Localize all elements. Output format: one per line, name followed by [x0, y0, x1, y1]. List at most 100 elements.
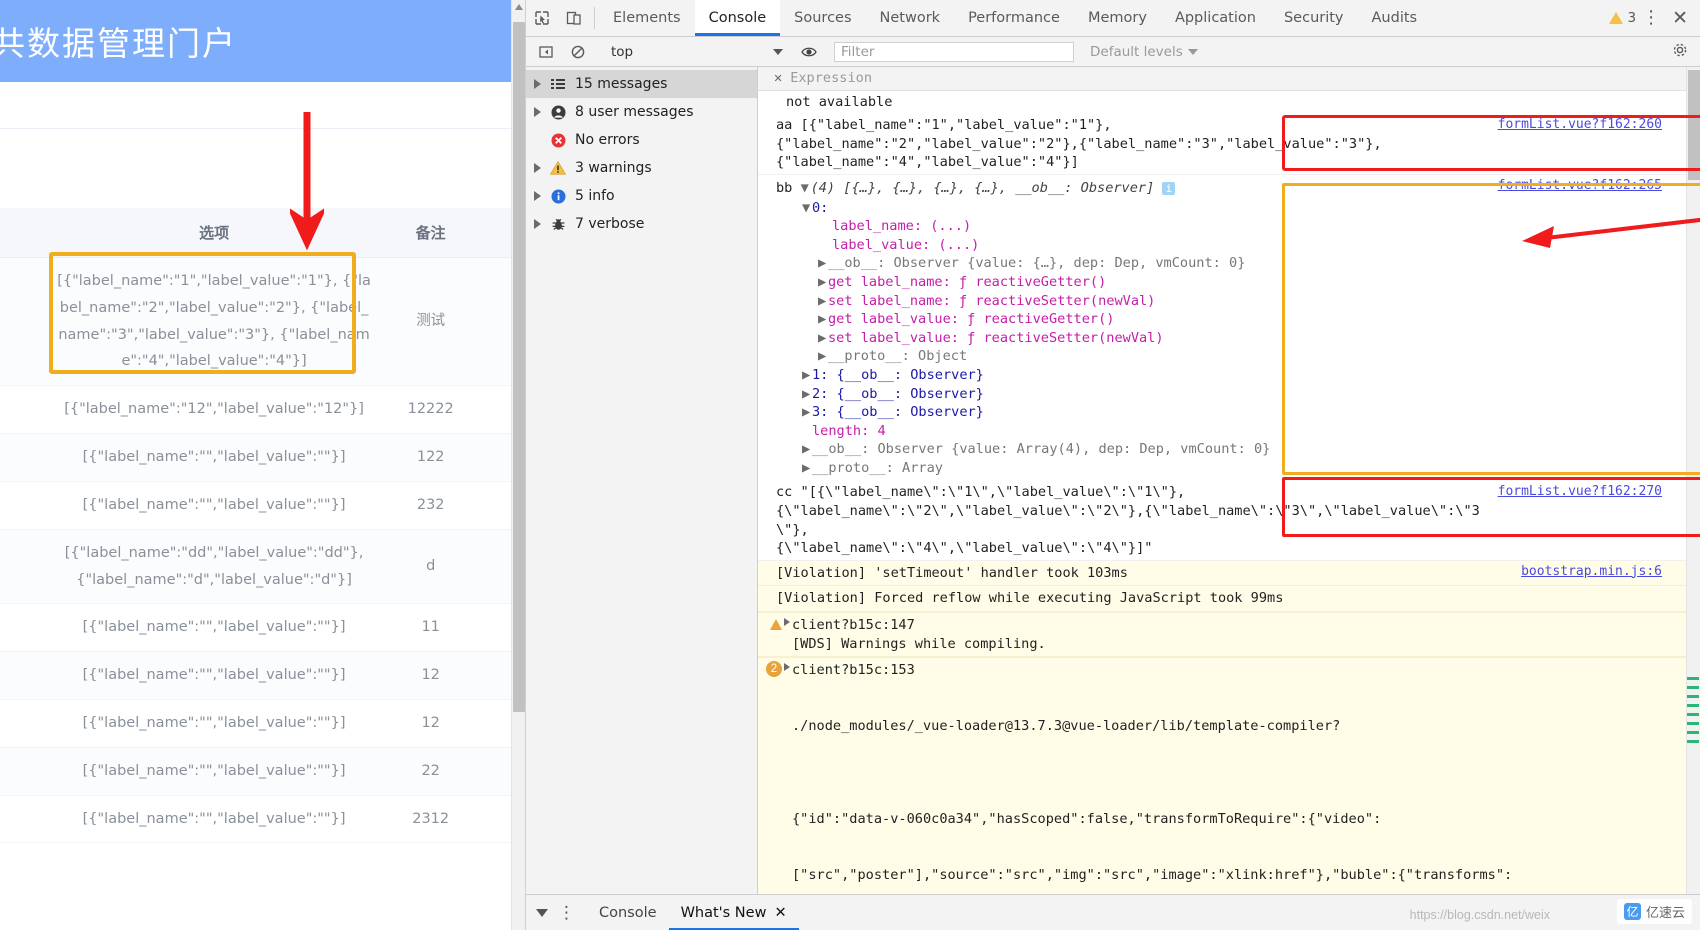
sidebar-item-errors[interactable]: No errors [526, 126, 757, 154]
close-devtools-icon[interactable]: ✕ [1666, 7, 1694, 29]
table-row[interactable]: [{"label_name":"","label_value":""}] 11 [0, 603, 525, 653]
live-expression-eye-icon[interactable] [793, 46, 825, 58]
disclosure-triangle-icon[interactable]: ▶ [802, 366, 812, 385]
console-message-cc[interactable]: formList.vue?f162:270 cc "[{\"label_name… [758, 481, 1700, 561]
disclosure-triangle-icon[interactable]: ▶ [818, 254, 828, 273]
tree-line[interactable]: ▶ set label_name: ƒ reactiveSetter(newVal… [776, 292, 1700, 311]
disclosure-triangle-icon[interactable] [534, 163, 541, 173]
tree-line[interactable]: ▶ 1: {__ob__: Observer} [776, 366, 1700, 385]
tree-line[interactable]: ▶ set label_value: ƒ reactiveSetter(newVa… [776, 329, 1700, 348]
tab-network[interactable]: Network [866, 0, 955, 36]
row-index-cell [0, 385, 51, 435]
disclosure-triangle-icon[interactable]: ▶ [802, 459, 812, 478]
tree-line[interactable]: ▶ get label_value: ƒ reactiveGetter() [776, 310, 1700, 329]
disclosure-triangle-icon[interactable]: ▶ [818, 347, 828, 366]
disclosure-triangle-icon[interactable] [534, 219, 541, 229]
disclosure-triangle-icon[interactable] [534, 191, 541, 201]
clear-console-icon[interactable] [562, 45, 594, 59]
console-message-bb[interactable]: formList.vue?f162:265 bb ▼ (4) [{…}, {…},… [758, 175, 1700, 482]
console-scrollbar-thumb[interactable] [1688, 70, 1700, 180]
close-icon[interactable]: ✕ [774, 905, 786, 921]
disclosure-triangle-icon[interactable]: ▶ [818, 292, 828, 311]
drawer-tab-console[interactable]: Console [587, 895, 669, 930]
disclosure-triangle-icon[interactable] [534, 107, 541, 117]
tab-memory[interactable]: Memory [1074, 0, 1161, 36]
tree-line[interactable]: ▼ 0: [776, 199, 1700, 218]
sidebar-item-verbose[interactable]: 7 verbose [526, 210, 757, 238]
sidebar-item-info[interactable]: 5 info [526, 182, 757, 210]
table-row[interactable]: [{"label_name":"","label_value":""}] 122 [0, 433, 525, 482]
source-link[interactable]: formList.vue?f162:265 [1498, 177, 1662, 196]
source-link[interactable]: formList.vue?f162:270 [1498, 483, 1662, 502]
source-link[interactable]: bootstrap.min.js:6 [1521, 563, 1662, 582]
sidebar-item-messages[interactable]: 15 messages [526, 70, 757, 98]
tree-line[interactable]: ▶ 2: {__ob__: Observer} [776, 385, 1700, 404]
table-row[interactable]: [{"label_name":"","label_value":""}] 231… [0, 795, 525, 844]
row-option-cell: [{"label_name":"12","label_value":"12"}] [50, 385, 378, 435]
tab-elements[interactable]: Elements [599, 0, 695, 36]
tree-line[interactable]: ▶ 3: {__ob__: Observer} [776, 403, 1700, 422]
chevron-down-icon[interactable] [536, 908, 548, 917]
device-toolbar-icon[interactable] [558, 0, 590, 36]
tab-sources[interactable]: Sources [780, 0, 865, 36]
drawer-menu-icon[interactable]: ⋮ [558, 903, 575, 923]
inspect-element-icon[interactable] [526, 0, 558, 36]
log-level-select[interactable]: Default levels [1090, 44, 1198, 60]
devtools-menu-icon[interactable]: ⋮ [1642, 9, 1660, 27]
console-violation-2[interactable]: [Violation] Forced reflow while executin… [758, 586, 1700, 613]
disclosure-triangle-icon[interactable]: ▶ [818, 310, 828, 329]
scroll-up-icon[interactable] [515, 4, 523, 10]
table-row[interactable]: [{"label_name":"","label_value":""}] 22 [0, 747, 525, 796]
page-toolbar-top [0, 82, 525, 129]
table-row[interactable]: [{"label_name":"dd","label_value":"dd"},… [0, 529, 525, 605]
source-link[interactable]: formList.vue?f162:260 [1498, 116, 1662, 135]
source-link[interactable]: client?b15c:153 [792, 661, 1700, 680]
tree-line[interactable]: ▶ __ob__: Observer {value: {…}, dep: Dep,… [776, 254, 1700, 273]
source-link[interactable]: client?b15c:147 [792, 616, 1700, 635]
disclosure-triangle-icon[interactable] [534, 79, 541, 89]
console-message-aa[interactable]: formList.vue?f162:260 aa [{"label_name":… [758, 114, 1700, 175]
tab-audits[interactable]: Audits [1358, 0, 1432, 36]
tab-application[interactable]: Application [1161, 0, 1270, 36]
disclosure-triangle-icon[interactable] [784, 618, 790, 627]
warning-count-badge[interactable]: 3 [1609, 10, 1636, 26]
tab-performance[interactable]: Performance [954, 0, 1074, 36]
disclosure-triangle-icon[interactable] [784, 663, 790, 672]
devtools-settings-icon[interactable] [1672, 42, 1696, 62]
page-scrollbar-thumb[interactable] [513, 22, 525, 712]
execution-context-select[interactable]: top [603, 44, 793, 60]
toggle-console-sidebar-icon[interactable] [530, 45, 562, 59]
row-note-cell: 22 [377, 747, 485, 796]
disclosure-triangle-icon[interactable]: ▶ [802, 403, 812, 422]
disclosure-open-icon[interactable]: ▼ [801, 179, 811, 198]
tree-line[interactable]: ▶ __ob__: Observer {value: Array(4), dep:… [776, 440, 1700, 459]
console-warning-wds[interactable]: client?b15c:147 [WDS] Warnings while com… [758, 612, 1700, 658]
table-row[interactable]: [{"label_name":"","label_value":""}] 12 [0, 699, 525, 748]
table-row[interactable]: [{"label_name":"12","label_value":"12"}]… [0, 385, 525, 435]
console-filter-input[interactable]: Filter [834, 41, 1074, 62]
warning-line: {"id":"data-v-060c0a34","hasScoped":fals… [792, 810, 1382, 827]
page-scrollbar[interactable] [511, 0, 525, 930]
disclosure-triangle-icon[interactable]: ▶ [818, 329, 828, 348]
disclosure-triangle-icon[interactable]: ▶ [802, 440, 812, 459]
tab-console[interactable]: Console [694, 0, 781, 36]
disclosure-triangle-icon[interactable]: ▶ [818, 273, 828, 292]
table-row[interactable]: [{"label_name":"","label_value":""}] 12 [0, 651, 525, 700]
sidebar-item-warnings[interactable]: 3 warnings [526, 154, 757, 182]
disclosure-open-icon[interactable]: ▼ [802, 199, 812, 218]
tree-line[interactable]: ▶ __proto__: Object [776, 347, 1700, 366]
tree-line[interactable]: ▶ get label_name: ƒ reactiveGetter() [776, 273, 1700, 292]
close-icon[interactable]: ✕ [774, 69, 782, 88]
table-row[interactable]: [{"label_name":"","label_value":""}] 232 [0, 481, 525, 530]
tree-line[interactable]: ▶ __proto__: Array [776, 459, 1700, 478]
drawer-tab-whats-new[interactable]: What's New ✕ [669, 895, 799, 930]
console-violation-1[interactable]: bootstrap.min.js:6 [Violation] 'setTimeo… [758, 560, 1700, 587]
console-warning-vue-loader[interactable]: 2 client?b15c:153 ./node_modules/_vue-lo… [758, 657, 1700, 894]
live-expression-header[interactable]: ✕ Expression [758, 67, 1700, 91]
watermark-logo-icon: 亿 [1623, 903, 1641, 920]
console-scrollbar[interactable] [1686, 67, 1700, 894]
sidebar-item-user-messages[interactable]: 8 user messages [526, 98, 757, 126]
tab-security[interactable]: Security [1270, 0, 1358, 36]
table-row[interactable]: [{"label_name":"1","label_value":"1"}, {… [0, 257, 525, 387]
disclosure-triangle-icon[interactable]: ▶ [802, 385, 812, 404]
